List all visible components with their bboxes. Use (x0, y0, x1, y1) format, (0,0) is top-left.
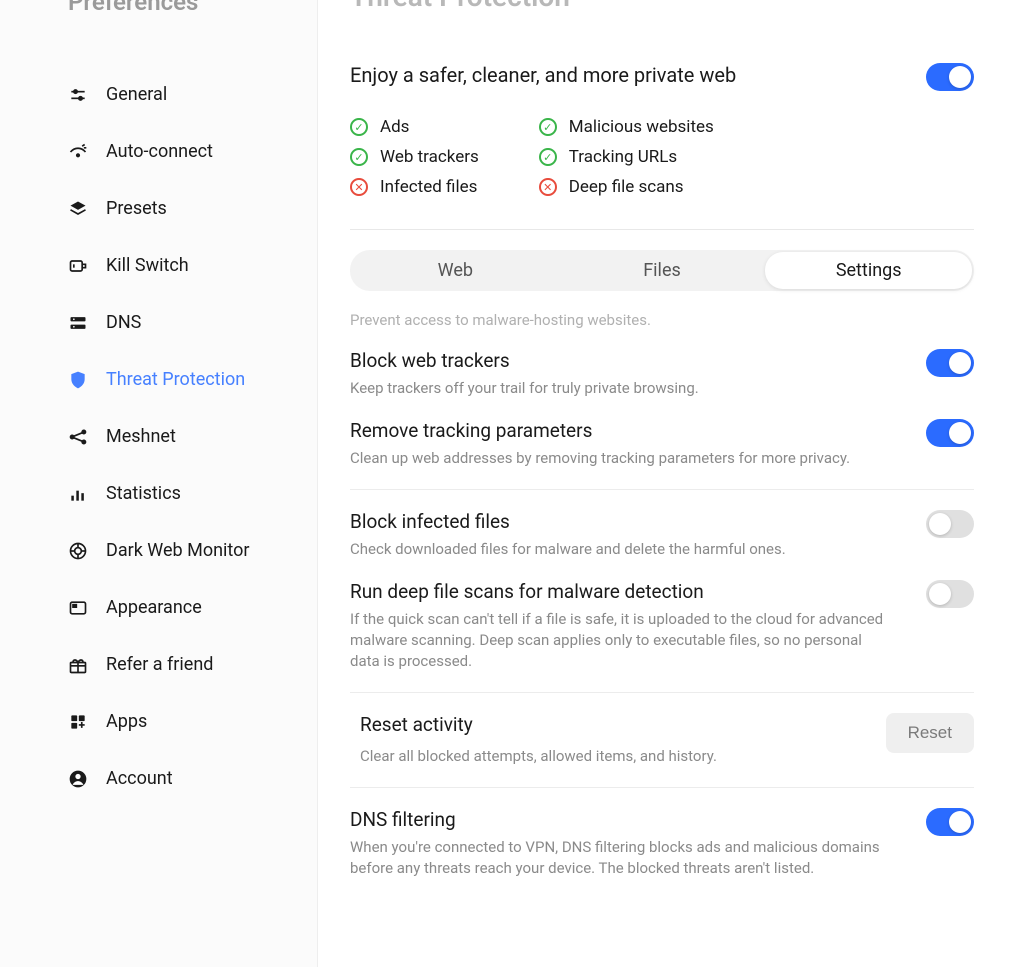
sidebar-item-label: Dark Web Monitor (106, 540, 249, 561)
sidebar-item-label: Refer a friend (106, 654, 213, 675)
setting-toggle[interactable] (926, 510, 974, 538)
setting-row: Block infected files Check downloaded fil… (350, 510, 974, 560)
dns-filtering-toggle[interactable] (926, 808, 974, 836)
sidebar-item-statistics[interactable]: Statistics (0, 465, 317, 522)
check-icon: ✓ (539, 148, 557, 166)
setting-toggle[interactable] (926, 580, 974, 608)
auto-connect-icon (68, 142, 88, 162)
setting-row: Run deep file scans for malware detectio… (350, 580, 974, 672)
sidebar-item-threat-protection[interactable]: Threat Protection (0, 351, 317, 408)
status-label: Tracking URLs (569, 147, 677, 167)
kill-switch-icon (68, 256, 88, 276)
sidebar-item-kill-switch[interactable]: Kill Switch (0, 237, 317, 294)
malware-note: Prevent access to malware-hosting websit… (350, 311, 974, 329)
dns-filtering-title: DNS filtering (350, 808, 886, 831)
sidebar-item-presets[interactable]: Presets (0, 180, 317, 237)
main-panel: Threat Protection Enjoy a safer, cleaner… (318, 0, 1024, 967)
setting-desc: If the quick scan can't tell if a file i… (350, 609, 886, 672)
sidebar-item-label: Appearance (106, 597, 202, 618)
meshnet-icon (68, 427, 88, 447)
sidebar-item-general[interactable]: General (0, 66, 317, 123)
status-item: ✓ Ads (350, 117, 479, 137)
status-label: Ads (380, 117, 409, 137)
sidebar-item-label: Presets (106, 198, 167, 219)
apps-icon (68, 712, 88, 732)
sidebar-item-label: Apps (106, 711, 147, 732)
dark-web-monitor-icon (68, 541, 88, 561)
setting-desc: Clean up web addresses by removing track… (350, 448, 886, 469)
threat-protection-icon (68, 370, 88, 390)
sidebar-item-refer-a-friend[interactable]: Refer a friend (0, 636, 317, 693)
dns-filtering-row: DNS filtering When you're connected to V… (350, 808, 974, 879)
sidebar-item-label: Statistics (106, 483, 181, 504)
setting-title: Remove tracking parameters (350, 419, 886, 442)
tab-settings[interactable]: Settings (765, 252, 972, 289)
setting-row: Remove tracking parameters Clean up web a… (350, 419, 974, 469)
tabs: WebFilesSettings (350, 250, 974, 291)
check-icon: ✓ (539, 118, 557, 136)
divider (350, 692, 974, 693)
tab-files[interactable]: Files (559, 252, 766, 289)
status-item: ✓ Web trackers (350, 147, 479, 167)
refer-a-friend-icon (68, 655, 88, 675)
check-icon: ✓ (350, 118, 368, 136)
dns-filtering-desc: When you're connected to VPN, DNS filter… (350, 837, 886, 879)
sidebar-title: Preferences (0, 0, 317, 26)
setting-title: Block infected files (350, 510, 886, 533)
sidebar-item-label: General (106, 84, 167, 105)
reset-activity-row: Reset activity Clear all blocked attempt… (350, 713, 974, 767)
general-icon (68, 85, 88, 105)
tab-web[interactable]: Web (352, 252, 559, 289)
setting-toggle[interactable] (926, 419, 974, 447)
sidebar-item-auto-connect[interactable]: Auto-connect (0, 123, 317, 180)
presets-icon (68, 199, 88, 219)
divider (350, 787, 974, 788)
account-icon (68, 769, 88, 789)
status-label: Web trackers (380, 147, 479, 167)
setting-title: Block web trackers (350, 349, 886, 372)
hero-section: Enjoy a safer, cleaner, and more private… (350, 63, 974, 197)
divider (350, 489, 974, 490)
sidebar-item-label: Meshnet (106, 426, 176, 447)
x-icon: ✕ (350, 178, 368, 196)
sidebar-item-label: DNS (106, 312, 141, 333)
x-icon: ✕ (539, 178, 557, 196)
setting-row: Block web trackers Keep trackers off your… (350, 349, 974, 399)
status-label: Infected files (380, 177, 477, 197)
setting-toggle[interactable] (926, 349, 974, 377)
hero-text: Enjoy a safer, cleaner, and more private… (350, 63, 926, 87)
status-item: ✓ Malicious websites (539, 117, 714, 137)
status-item: ✕ Infected files (350, 177, 479, 197)
sidebar: Preferences General Auto-connect Presets Ki… (0, 0, 318, 967)
check-icon: ✓ (350, 148, 368, 166)
reset-activity-title: Reset activity (360, 713, 846, 736)
setting-desc: Keep trackers off your trail for truly p… (350, 378, 886, 399)
sidebar-item-account[interactable]: Account (0, 750, 317, 807)
reset-activity-desc: Clear all blocked attempts, allowed item… (360, 746, 846, 767)
status-label: Deep file scans (569, 177, 684, 197)
status-item: ✕ Deep file scans (539, 177, 714, 197)
sidebar-item-label: Auto-connect (106, 141, 213, 162)
sidebar-item-label: Account (106, 768, 173, 789)
divider (350, 229, 974, 230)
status-label: Malicious websites (569, 117, 714, 137)
sidebar-item-dark-web-monitor[interactable]: Dark Web Monitor (0, 522, 317, 579)
sidebar-item-apps[interactable]: Apps (0, 693, 317, 750)
threat-protection-toggle[interactable] (926, 63, 974, 91)
status-item: ✓ Tracking URLs (539, 147, 714, 167)
sidebar-item-meshnet[interactable]: Meshnet (0, 408, 317, 465)
sidebar-item-appearance[interactable]: Appearance (0, 579, 317, 636)
statistics-icon (68, 484, 88, 504)
setting-desc: Check downloaded files for malware and d… (350, 539, 886, 560)
reset-button[interactable]: Reset (886, 713, 974, 753)
sidebar-item-dns[interactable]: DNS (0, 294, 317, 351)
dns-icon (68, 313, 88, 333)
status-grid: ✓ Ads ✓ Web trackers ✕ Infected files ✓ Malici… (350, 117, 926, 197)
sidebar-item-label: Kill Switch (106, 255, 189, 276)
setting-title: Run deep file scans for malware detectio… (350, 580, 886, 603)
appearance-icon (68, 598, 88, 618)
page-title: Threat Protection (350, 0, 974, 13)
sidebar-item-label: Threat Protection (106, 369, 245, 390)
